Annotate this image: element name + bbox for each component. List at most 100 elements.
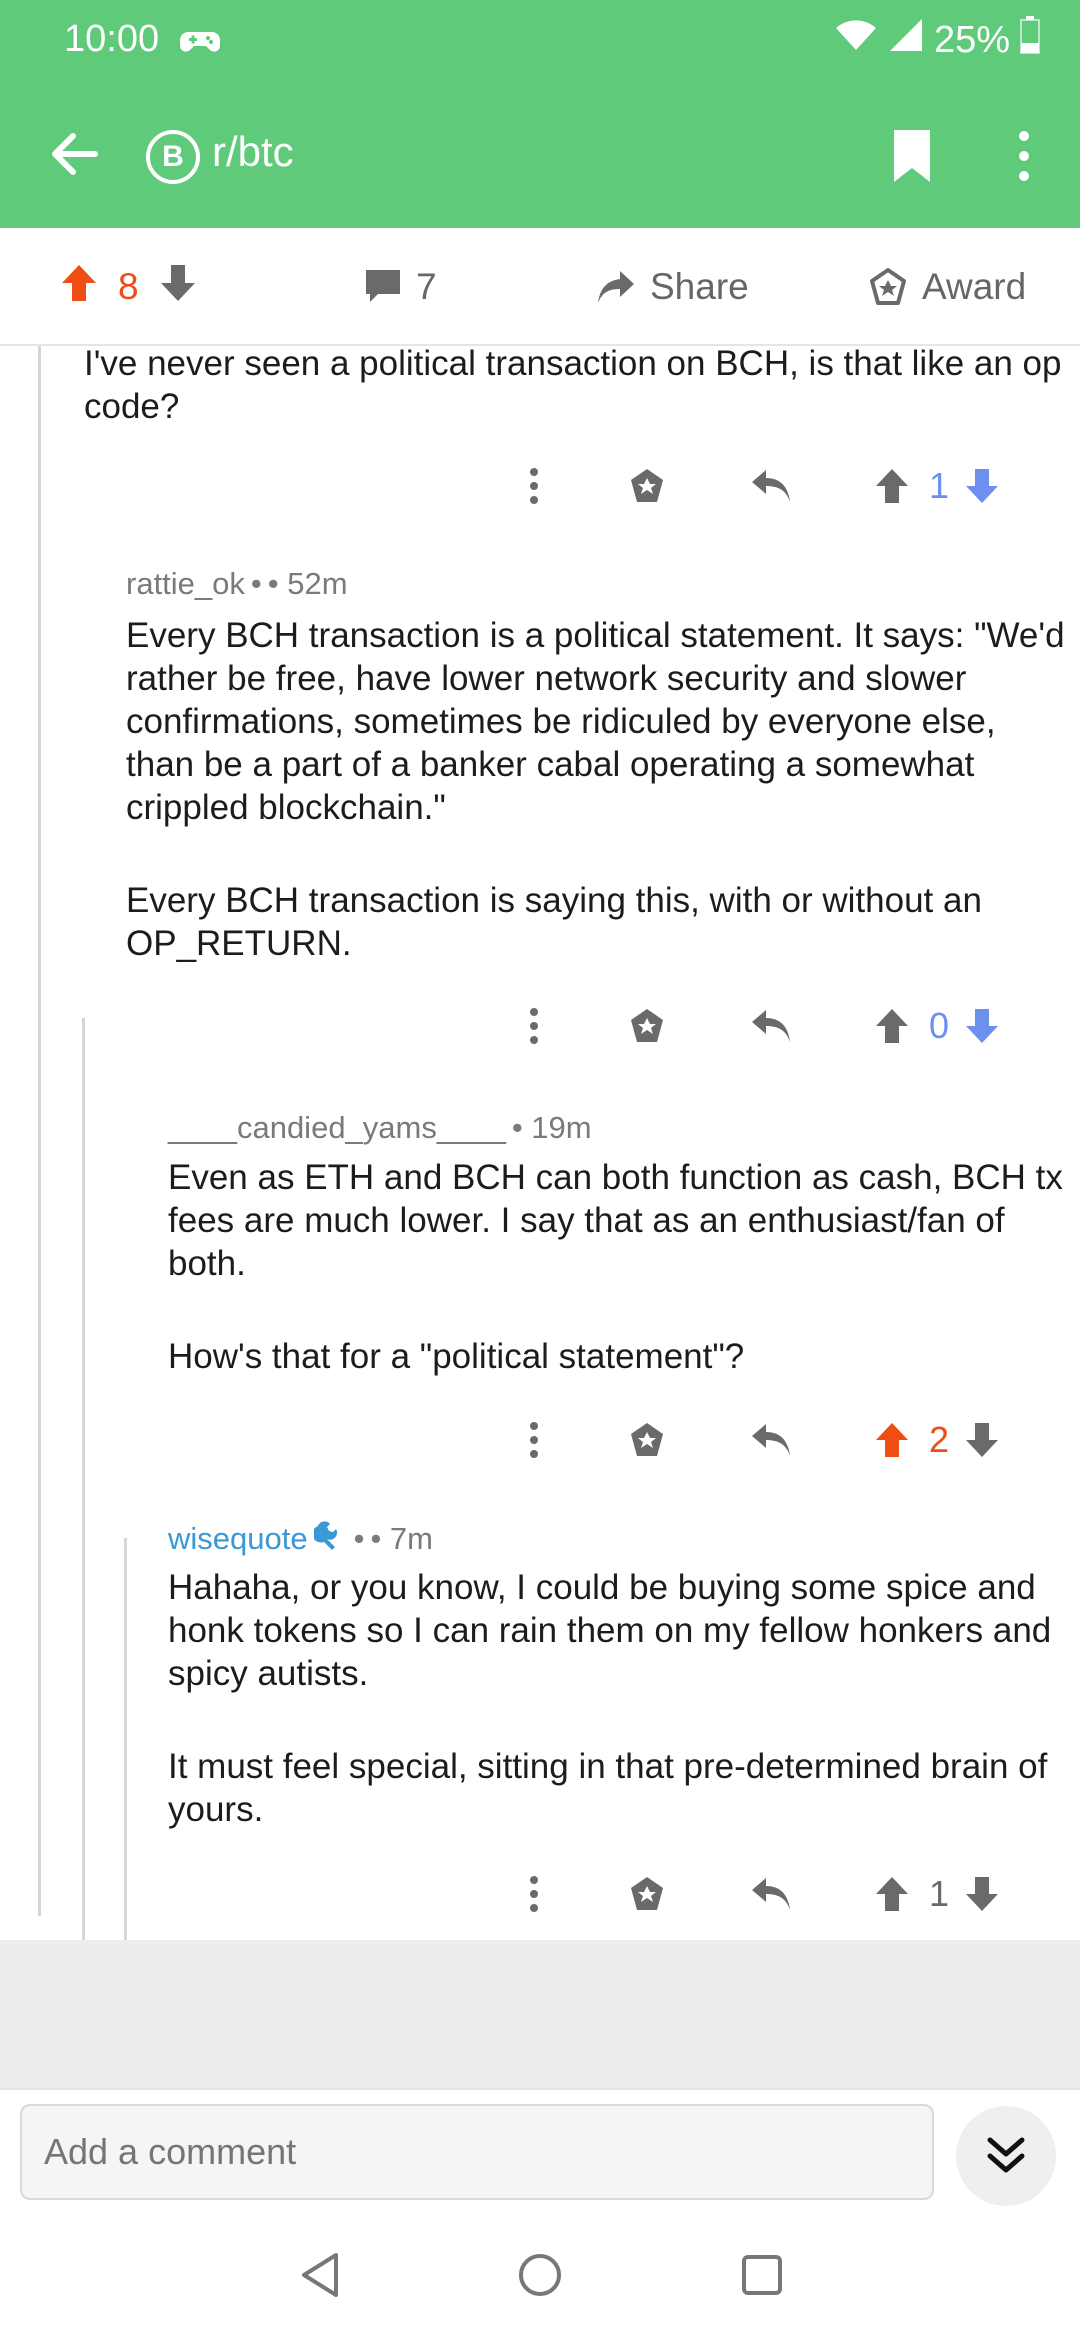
comment-paragraph: How's that for a "political statement"? bbox=[168, 1337, 745, 1376]
comment-thread: I've never seen a political transaction … bbox=[0, 346, 1080, 1940]
comment-meta: wisequote • • 7m bbox=[168, 1520, 433, 1558]
comment-actions: 0 bbox=[514, 996, 1080, 1056]
collapse-comments-button[interactable] bbox=[956, 2106, 1056, 2206]
comment-award-button[interactable] bbox=[622, 1410, 672, 1470]
comment-reply-button[interactable] bbox=[744, 1410, 798, 1470]
overflow-menu-button[interactable] bbox=[1000, 120, 1048, 192]
comment-downvote-button[interactable] bbox=[960, 456, 1004, 516]
bookmark-icon bbox=[894, 130, 930, 182]
comment-meta: rattie_ok • • 52m bbox=[126, 566, 348, 602]
upvote-button[interactable] bbox=[60, 263, 98, 312]
comment-body: Every BCH transaction is a political sta… bbox=[126, 614, 1066, 965]
comment-score: 2 bbox=[928, 1419, 950, 1460]
arrow-down-icon bbox=[160, 264, 195, 301]
wifi-icon bbox=[834, 18, 878, 62]
thread-depth-line bbox=[38, 346, 41, 1916]
comment-more-button[interactable] bbox=[514, 456, 554, 516]
award-icon bbox=[870, 268, 906, 305]
award-icon bbox=[631, 1877, 663, 1910]
comment-score: 1 bbox=[928, 1873, 950, 1914]
comment-award-button[interactable] bbox=[622, 456, 672, 516]
comment-reply-button[interactable] bbox=[744, 996, 798, 1056]
award-label: Award bbox=[922, 266, 1027, 307]
comment-more-button[interactable] bbox=[514, 996, 554, 1056]
comment-reply-button[interactable] bbox=[744, 456, 798, 516]
status-bar: 10:00 25% bbox=[0, 0, 1080, 80]
arrow-up-icon bbox=[876, 1009, 908, 1043]
comment-upvote-button[interactable] bbox=[870, 1864, 914, 1924]
comment-award-button[interactable] bbox=[622, 996, 672, 1056]
subreddit-name[interactable]: r/btc bbox=[212, 128, 294, 176]
bitcoin-icon: B bbox=[162, 140, 184, 173]
downvote-button[interactable] bbox=[159, 263, 197, 312]
comment-upvote-button[interactable] bbox=[870, 456, 914, 516]
back-button[interactable] bbox=[40, 120, 108, 188]
comment-upvote-button[interactable] bbox=[870, 1410, 914, 1470]
thread-depth-line bbox=[82, 1018, 85, 1940]
comment-actions: 1 bbox=[514, 1864, 1080, 1924]
award-icon bbox=[631, 1009, 663, 1042]
comment-upvote-button[interactable] bbox=[870, 996, 914, 1056]
comment-composer bbox=[0, 2088, 1080, 2210]
thread-depth-line bbox=[124, 1538, 127, 1940]
comment-author[interactable]: wisequote bbox=[168, 1521, 308, 1557]
game-controller-icon bbox=[180, 26, 220, 56]
comment-age: • 52m bbox=[267, 566, 348, 601]
comment-body: Hahaha, or you know, I could be buying s… bbox=[168, 1566, 1068, 1831]
system-nav-bar bbox=[0, 2210, 1080, 2340]
arrow-down-icon bbox=[966, 1877, 998, 1911]
post-action-bar: 8 7 Share Award bbox=[0, 228, 1080, 346]
share-label: Share bbox=[650, 266, 749, 307]
comment-paragraph: It must feel special, sitting in that pr… bbox=[168, 1747, 1048, 1829]
comment-paragraph: I've never seen a political transaction … bbox=[84, 346, 1062, 426]
comment-paragraph: Every BCH transaction is saying this, wi… bbox=[126, 881, 982, 963]
status-indicators: 25% bbox=[834, 16, 1040, 63]
arrow-up-icon bbox=[876, 1877, 908, 1911]
comment-downvote-button[interactable] bbox=[960, 996, 1004, 1056]
wrench-icon bbox=[312, 1520, 348, 1558]
comment-score: 1 bbox=[928, 465, 950, 506]
nav-recents-button[interactable] bbox=[727, 2240, 797, 2310]
arrow-up-icon bbox=[62, 264, 96, 301]
app-header-background: 10:00 25% B r/btc bbox=[0, 0, 1080, 228]
more-vertical-icon bbox=[530, 1876, 538, 1912]
comment-author[interactable]: ____candied_yams____ bbox=[168, 1110, 506, 1146]
nav-back-button[interactable] bbox=[285, 2240, 355, 2310]
award-button[interactable]: Award bbox=[868, 228, 1026, 346]
arrow-left-icon bbox=[52, 133, 98, 175]
square-recents-icon bbox=[742, 2255, 782, 2295]
comment-more-button[interactable] bbox=[514, 1410, 554, 1470]
post-vote-group: 8 bbox=[60, 228, 197, 346]
arrow-down-icon bbox=[966, 469, 998, 503]
comment-downvote-button[interactable] bbox=[960, 1410, 1004, 1470]
comment-meta: ____candied_yams____ • 19m bbox=[168, 1110, 592, 1146]
share-button[interactable]: Share bbox=[596, 228, 749, 346]
cell-signal-icon bbox=[888, 17, 924, 63]
arrow-up-icon bbox=[876, 1423, 908, 1457]
subreddit-icon[interactable]: B bbox=[146, 130, 200, 184]
bookmark-button[interactable] bbox=[880, 120, 944, 192]
comment-actions: 2 bbox=[514, 1410, 1080, 1470]
comment-reply-button[interactable] bbox=[744, 1864, 798, 1924]
comment-award-button[interactable] bbox=[622, 1864, 672, 1924]
comments-button[interactable]: 7 bbox=[364, 228, 437, 346]
comment-downvote-button[interactable] bbox=[960, 1864, 1004, 1924]
thread-end-spacer bbox=[0, 1940, 1080, 2088]
nav-home-button[interactable] bbox=[505, 2240, 575, 2310]
reply-icon bbox=[752, 470, 790, 502]
award-icon bbox=[631, 1423, 663, 1456]
comment-paragraph: Every BCH transaction is a political sta… bbox=[126, 616, 1065, 827]
share-arrow-icon bbox=[598, 271, 634, 303]
award-icon bbox=[631, 469, 663, 502]
comment-author[interactable]: rattie_ok bbox=[126, 566, 245, 602]
reply-icon bbox=[752, 1878, 790, 1910]
battery-percent: 25% bbox=[933, 18, 1010, 61]
more-vertical-icon bbox=[530, 1422, 538, 1458]
arrow-down-icon bbox=[966, 1423, 998, 1457]
comment-more-button[interactable] bbox=[514, 1864, 554, 1924]
comment-age: • 19m bbox=[511, 1110, 592, 1145]
meta-separator: • bbox=[353, 1521, 365, 1556]
add-comment-input[interactable] bbox=[20, 2104, 934, 2200]
comment-bubble-icon bbox=[366, 270, 400, 302]
arrow-down-icon bbox=[966, 1009, 998, 1043]
